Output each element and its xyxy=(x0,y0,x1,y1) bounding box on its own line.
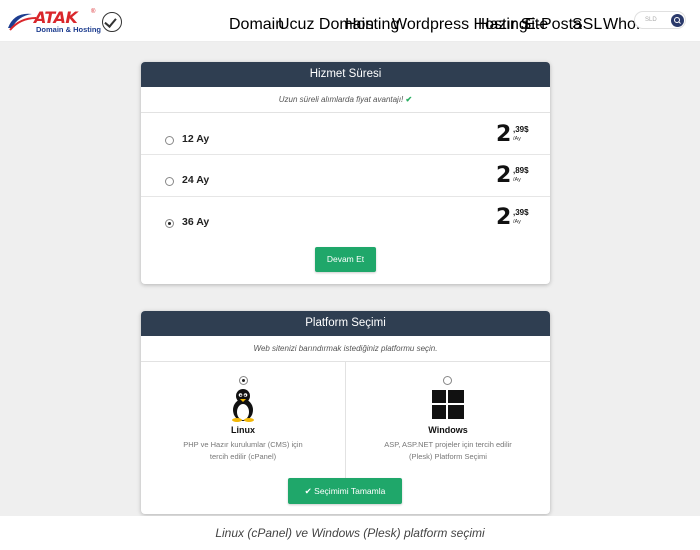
term-price: 2 ,39$ /Ay xyxy=(496,122,536,151)
platform-desc-line1: PHP ve Hazır kurulumlar (CMS) için xyxy=(183,440,303,449)
platform-option-windows[interactable]: Windows ASP, ASP.NET projeler için terci… xyxy=(346,362,550,484)
nav-item-label: SSL xyxy=(572,16,603,33)
platform-desc-line2: tercih edilir (cPanel) xyxy=(209,452,277,461)
term-label: 12 Ay xyxy=(182,133,210,145)
figure-caption: Linux (cPanel) ve Windows (Plesk) platfo… xyxy=(0,516,700,550)
complete-selection-label: Seçimimi Tamamla xyxy=(314,486,386,496)
platform-radio-selected[interactable] xyxy=(239,376,248,385)
term-label: 36 Ay xyxy=(182,216,210,228)
nav-item-label: Domain xyxy=(229,16,285,33)
term-option-12[interactable]: 12 Ay 2 ,39$ /Ay xyxy=(141,114,550,155)
term-price: 2 ,39$ /Ay xyxy=(496,205,536,234)
domain-search[interactable]: SLD xyxy=(634,11,686,29)
term-radio[interactable] xyxy=(165,136,174,145)
platform-selection-subtitle: Web sitenizi barındırmak istediğiniz pla… xyxy=(141,336,550,362)
price-unit: /Ay xyxy=(513,177,521,183)
service-duration-subtitle: Uzun süreli alımlarda fiyat avantajı! ✔ xyxy=(141,87,550,113)
platform-desc-line2: (Plesk) Platform Seçimi xyxy=(409,452,487,461)
platform-option-linux[interactable]: Linux PHP ve Hazır kurulumlar (CMS) için… xyxy=(141,362,345,484)
term-price: 2 ,89$ /Ay xyxy=(496,163,536,192)
term-label: 24 Ay xyxy=(182,174,210,186)
service-duration-card: Hizmet Süresi Uzun süreli alımlarda fiya… xyxy=(141,62,550,284)
price-decimal: ,39$ xyxy=(513,208,529,217)
seal-check-icon xyxy=(102,12,122,32)
brand-logo[interactable]: ATAK ® Domain & Hosting xyxy=(6,6,124,36)
tux-icon xyxy=(232,389,254,422)
complete-selection-button[interactable]: ✔ Seçimimi Tamamla xyxy=(288,478,402,504)
check-circle-icon: ✔ xyxy=(304,486,312,496)
price-integer: 2 xyxy=(496,122,512,147)
term-option-36[interactable]: 36 Ay 2 ,39$ /Ay xyxy=(141,198,550,239)
subtitle-text: Uzun süreli alımlarda fiyat avantajı! xyxy=(278,95,404,104)
brand-tagline: Domain & Hosting xyxy=(36,25,101,34)
price-decimal: ,89$ xyxy=(513,166,529,175)
search-input[interactable]: SLD xyxy=(645,17,657,23)
term-radio-selected[interactable] xyxy=(165,219,174,228)
platform-name: Linux xyxy=(231,425,255,435)
platform-selection-card: Platform Seçimi Web sitenizi barındırmak… xyxy=(141,311,550,514)
price-integer: 2 xyxy=(496,163,512,188)
windows-logo-icon xyxy=(432,390,464,419)
price-decimal: ,39$ xyxy=(513,125,529,134)
term-option-24[interactable]: 24 Ay 2 ,89$ /Ay xyxy=(141,156,550,197)
search-icon[interactable] xyxy=(671,14,684,27)
brand-reg-mark: ® xyxy=(91,9,96,15)
platform-name: Windows xyxy=(428,425,468,435)
service-duration-title: Hizmet Süresi xyxy=(141,62,550,87)
platform-radio[interactable] xyxy=(443,376,452,385)
term-radio[interactable] xyxy=(165,177,174,186)
price-unit: /Ay xyxy=(513,219,521,225)
platform-desc-line1: ASP, ASP.NET projeler için tercih edilir xyxy=(384,440,512,449)
platform-selection-title: Platform Seçimi xyxy=(141,311,550,336)
top-navbar: ATAK ® Domain & Hosting Domain⌄ Ucuz Dom… xyxy=(0,0,700,42)
check-icon: ✔ xyxy=(405,95,413,104)
price-integer: 2 xyxy=(496,205,512,230)
price-unit: /Ay xyxy=(513,136,521,142)
continue-button[interactable]: Devam Et xyxy=(315,247,376,272)
